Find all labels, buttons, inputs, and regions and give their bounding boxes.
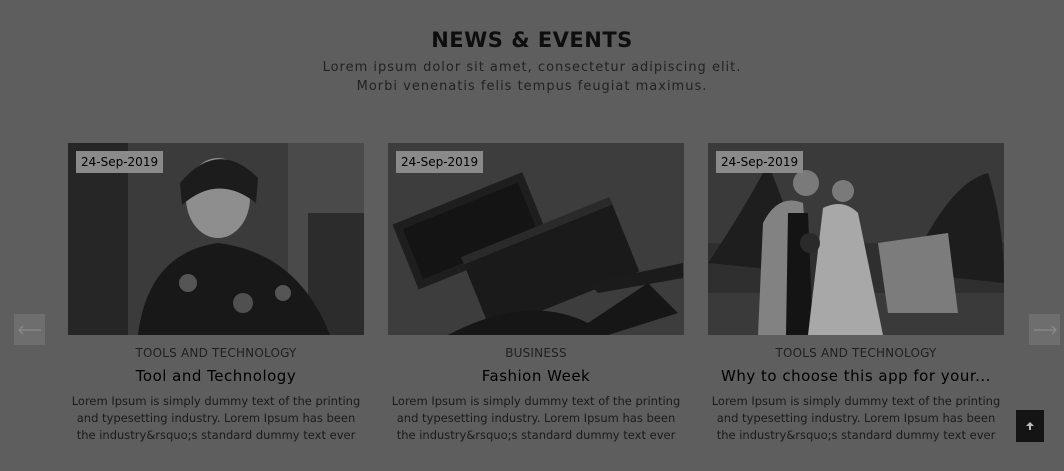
arrow-up-icon [1026,422,1034,430]
date-badge: 24-Sep-2019 [76,151,164,173]
news-category[interactable]: BUSINESS [388,346,684,360]
section-header: NEWS & EVENTS Lorem ipsum dolor sit amet… [0,28,1064,96]
section-subtitle: Lorem ipsum dolor sit amet, consectetur … [0,58,1064,96]
news-excerpt: Lorem Ipsum is simply dummy text of the … [71,394,361,442]
section-title: NEWS & EVENTS [431,28,633,52]
news-title[interactable]: Tool and Technology [68,367,364,385]
news-card[interactable]: 24-Sep-2019 TOOLS AND TECHNOLOGY Tool an… [68,143,364,444]
news-title[interactable]: Why to choose this app for your... [708,367,1004,385]
news-title[interactable]: Fashion Week [388,367,684,385]
news-card-image[interactable]: 24-Sep-2019 [388,143,684,335]
news-category[interactable]: TOOLS AND TECHNOLOGY [708,346,1004,360]
news-card-image[interactable]: 24-Sep-2019 [708,143,1004,335]
news-excerpt: Lorem Ipsum is simply dummy text of the … [711,394,1001,442]
subtitle-line-2: Morbi venenatis felis tempus feugiat max… [356,79,708,94]
news-card[interactable]: 24-Sep-2019 TOOLS AND TECHNOLOGY Why to … [708,143,1004,444]
date-badge: 24-Sep-2019 [716,151,804,173]
back-to-top-button[interactable] [1016,410,1044,442]
news-excerpt: Lorem Ipsum is simply dummy text of the … [391,394,681,442]
arrow-right-icon [1033,325,1057,334]
carousel-next-button[interactable] [1029,314,1060,345]
date-badge: 24-Sep-2019 [396,151,484,173]
news-category[interactable]: TOOLS AND TECHNOLOGY [68,346,364,360]
news-card[interactable]: 24-Sep-2019 BUSINESS Fashion Week Lorem … [388,143,684,444]
news-card-image[interactable]: 24-Sep-2019 [68,143,364,335]
subtitle-line-1: Lorem ipsum dolor sit amet, consectetur … [322,60,742,75]
carousel-prev-button[interactable] [14,314,45,345]
arrow-left-icon [17,325,41,334]
